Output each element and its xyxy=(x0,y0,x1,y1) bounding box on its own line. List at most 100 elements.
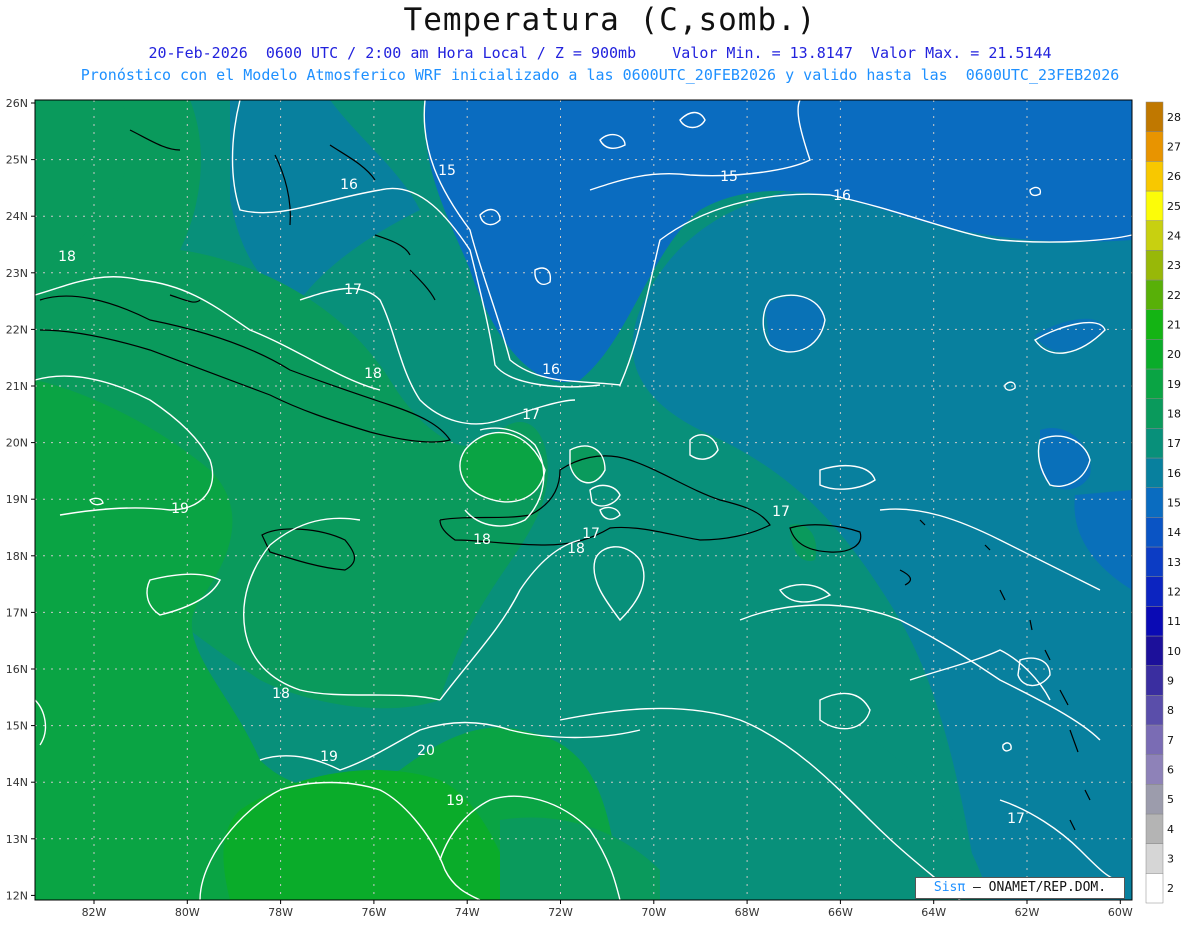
shaded-field xyxy=(35,100,1132,900)
colorbar-swatch xyxy=(1145,813,1164,844)
colorbar-swatch xyxy=(1145,279,1164,310)
colorbar-label: 11 xyxy=(1167,615,1181,628)
colorbar-swatch xyxy=(1145,487,1164,518)
colorbar-label: 12 xyxy=(1167,586,1181,599)
contour-label: 19 xyxy=(320,749,338,765)
contour-label: 18 xyxy=(567,541,585,557)
colorbar-label: 20 xyxy=(1167,348,1181,361)
colorbar-swatch xyxy=(1145,101,1164,132)
lon-label: 70W xyxy=(641,906,666,919)
colorbar-label: 25 xyxy=(1167,200,1181,213)
colorbar-swatch xyxy=(1145,428,1164,459)
colorbar-swatch xyxy=(1145,873,1164,904)
colorbar-label: 7 xyxy=(1167,734,1174,747)
contour-label: 15 xyxy=(720,169,738,185)
lat-label: 26N xyxy=(6,97,28,110)
colorbar: 2345678910111213141516171819202122232425… xyxy=(1145,101,1181,904)
contour-label: 19 xyxy=(171,501,189,517)
lon-label: 72W xyxy=(548,906,573,919)
lat-label: 16N xyxy=(6,663,28,676)
colorbar-swatch xyxy=(1145,398,1164,429)
colorbar-swatch xyxy=(1145,339,1164,370)
colorbar-label: 2 xyxy=(1167,882,1174,895)
contour-label: 17 xyxy=(522,407,540,423)
colorbar-swatch xyxy=(1145,220,1164,251)
contour-label: 20 xyxy=(417,743,435,759)
colorbar-label: 13 xyxy=(1167,556,1181,569)
lon-label: 66W xyxy=(828,906,853,919)
colorbar-swatch xyxy=(1145,131,1164,162)
lat-label: 17N xyxy=(6,606,28,619)
lat-label: 22N xyxy=(6,323,28,336)
colorbar-label: 14 xyxy=(1167,526,1181,539)
lat-label: 19N xyxy=(6,493,28,506)
contour-label: 18 xyxy=(272,686,290,702)
colorbar-swatch xyxy=(1145,309,1164,340)
lon-label: 76W xyxy=(361,906,386,919)
contour-label: 17 xyxy=(582,526,600,542)
lat-label: 24N xyxy=(6,210,28,223)
lon-label: 64W xyxy=(921,906,946,919)
colorbar-swatch xyxy=(1145,250,1164,281)
colorbar-swatch xyxy=(1145,606,1164,637)
lat-label: 20N xyxy=(6,437,28,450)
colorbar-swatch xyxy=(1145,368,1164,399)
colorbar-swatch xyxy=(1145,665,1164,696)
colorbar-swatch xyxy=(1145,635,1164,666)
colorbar-label: 17 xyxy=(1167,437,1181,450)
contour-label: 16 xyxy=(340,177,358,193)
colorbar-swatch xyxy=(1145,546,1164,577)
lat-label: 12N xyxy=(6,889,28,902)
lon-label: 62W xyxy=(1015,906,1040,919)
lon-label: 78W xyxy=(268,906,293,919)
contour-label: 17 xyxy=(772,504,790,520)
colorbar-swatch xyxy=(1145,517,1164,548)
colorbar-label: 23 xyxy=(1167,259,1181,272)
credit-box: Sisπ – ONAMET/REP.DOM. xyxy=(915,877,1125,899)
colorbar-swatch xyxy=(1145,190,1164,221)
colorbar-swatch xyxy=(1145,457,1164,488)
contour-label: 15 xyxy=(438,163,456,179)
temperature-map: 15 151616171617181819181817171819 201917 2… xyxy=(6,97,1181,919)
lat-label: 25N xyxy=(6,154,28,167)
contour-label: 16 xyxy=(542,362,560,378)
colorbar-label: 9 xyxy=(1167,675,1174,688)
colorbar-label: 10 xyxy=(1167,645,1181,658)
contour-label: 18 xyxy=(364,366,382,382)
colorbar-label: 24 xyxy=(1167,230,1181,243)
colorbar-swatch xyxy=(1145,161,1164,192)
contour-label: 18 xyxy=(58,249,76,265)
contour-label: 16 xyxy=(833,188,851,204)
contour-label: 18 xyxy=(473,532,491,548)
colorbar-label: 8 xyxy=(1167,704,1174,717)
colorbar-label: 3 xyxy=(1167,853,1174,866)
credit-sis: Sisπ xyxy=(933,880,966,895)
lon-label: 68W xyxy=(735,906,760,919)
colorbar-label: 22 xyxy=(1167,289,1181,302)
contour-label: 17 xyxy=(344,282,362,298)
lon-label: 60W xyxy=(1108,906,1133,919)
colorbar-label: 26 xyxy=(1167,170,1181,183)
colorbar-swatch xyxy=(1145,843,1164,874)
lat-label: 21N xyxy=(6,380,28,393)
longitude-labels: 82W 80W 78W 76W 74W 72W 70W 68W 66W 64W 62W 60W xyxy=(82,900,1133,919)
lat-label: 14N xyxy=(6,776,28,789)
colorbar-swatch xyxy=(1145,695,1164,726)
lon-label: 80W xyxy=(175,906,200,919)
colorbar-swatch xyxy=(1145,576,1164,607)
contour-label: 17 xyxy=(1007,811,1025,827)
colorbar-label: 15 xyxy=(1167,497,1181,510)
colorbar-label: 4 xyxy=(1167,823,1174,836)
colorbar-label: 19 xyxy=(1167,378,1181,391)
contour-label: 19 xyxy=(446,793,464,809)
colorbar-label: 28 xyxy=(1167,111,1181,124)
latitude-labels: 26N 25N 24N 23N 22N 21N 20N 19N 18N 17N 16N 15N 14N 1… xyxy=(6,97,35,902)
colorbar-label: 16 xyxy=(1167,467,1181,480)
lat-label: 13N xyxy=(6,833,28,846)
lon-label: 74W xyxy=(455,906,480,919)
lat-label: 23N xyxy=(6,267,28,280)
lat-label: 18N xyxy=(6,550,28,563)
credit-org: – ONAMET/REP.DOM. xyxy=(965,880,1107,895)
lat-label: 15N xyxy=(6,720,28,733)
colorbar-label: 27 xyxy=(1167,141,1181,154)
